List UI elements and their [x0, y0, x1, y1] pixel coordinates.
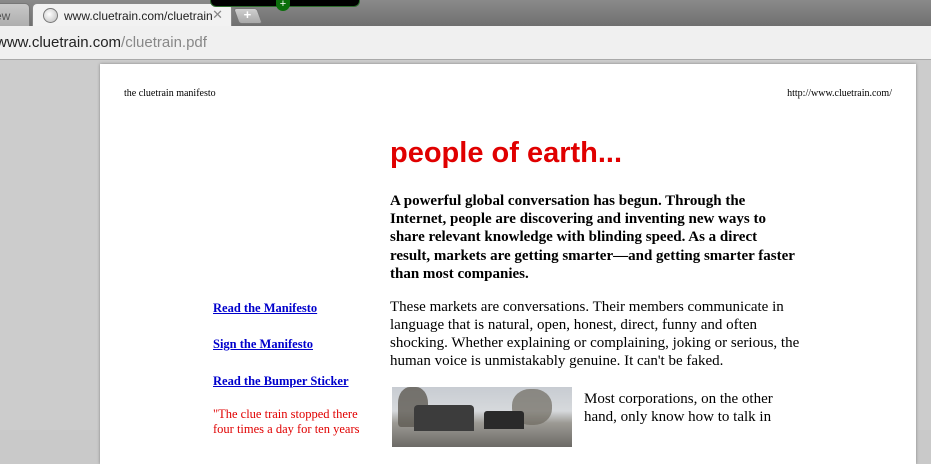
tab-close-icon[interactable]: ✕: [212, 7, 223, 23]
street-photo: [392, 387, 572, 447]
plus-icon: +: [243, 7, 252, 22]
photo-truck: [414, 405, 474, 431]
page-header-url: http://www.cluetrain.com/: [787, 88, 892, 99]
page-header-title: the cluetrain manifesto: [124, 88, 216, 99]
headline: people of earth...: [390, 137, 623, 169]
body-paragraph-2: Most corporations, on the other hand, on…: [584, 391, 773, 425]
tab-strip: ew www.cluetrain.com/cluetrain.pdf ✕ + +: [0, 0, 931, 26]
address-path: /cluetrain.pdf: [121, 34, 207, 51]
browser-tab-active[interactable]: www.cluetrain.com/cluetrain.pdf ✕: [32, 3, 232, 26]
lead-paragraph: A powerful global conversation has begun…: [390, 193, 795, 282]
tab-title: www.cluetrain.com/cluetrain.pdf: [64, 9, 212, 23]
new-tab-button[interactable]: +: [233, 7, 263, 24]
tab-label: ew: [0, 9, 11, 23]
address-bar[interactable]: www.cluetrain.com/cluetrain.pdf: [0, 34, 207, 51]
read-manifesto-link[interactable]: Read the Manifesto: [213, 301, 317, 316]
sign-manifesto-link[interactable]: Sign the Manifesto: [213, 337, 313, 352]
pdf-viewer[interactable]: the cluetrain manifesto http://www.cluet…: [0, 60, 931, 464]
address-domain: www.cluetrain.com: [0, 34, 122, 51]
browser-toolbar: www.cluetrain.com/cluetrain.pdf: [0, 26, 931, 60]
body-paragraph-1: These markets are conversations. Their m…: [390, 299, 800, 369]
side-quote: "The clue train stopped there four times…: [213, 407, 360, 436]
read-bumper-sticker-link[interactable]: Read the Bumper Sticker: [213, 374, 349, 389]
extension-add-icon[interactable]: +: [276, 0, 290, 11]
photo-car: [484, 411, 524, 429]
globe-icon: [43, 8, 58, 23]
pdf-page: the cluetrain manifesto http://www.cluet…: [100, 64, 916, 464]
browser-tab-inactive[interactable]: ew: [0, 3, 30, 26]
